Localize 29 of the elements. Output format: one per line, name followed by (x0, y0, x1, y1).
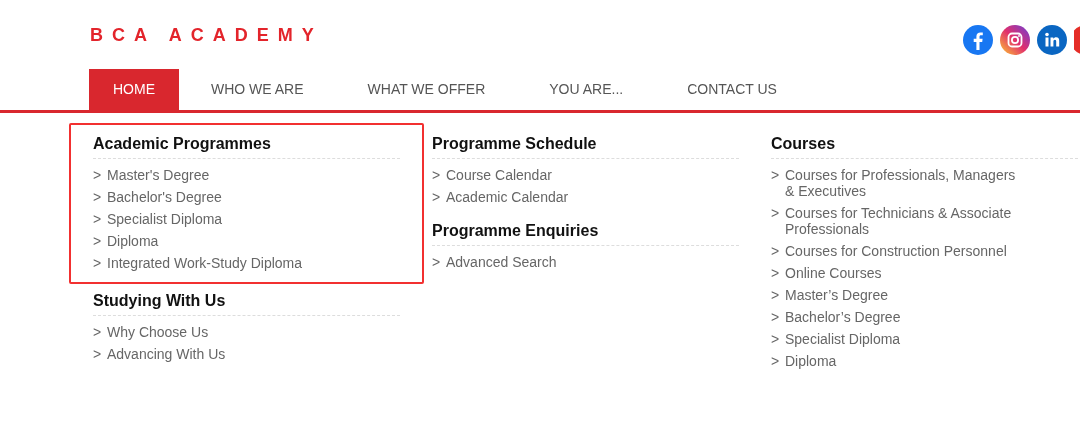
linkedin-icon[interactable] (1037, 24, 1067, 55)
menu-link[interactable]: > Advancing With Us (93, 343, 400, 365)
menu-link[interactable]: > Online Courses (771, 262, 1078, 284)
menu-link[interactable]: > Courses for Construction Personnel (771, 240, 1078, 262)
menu-link[interactable]: > Specialist Diploma (771, 328, 1078, 350)
menu-link[interactable]: > Integrated Work-Study Diploma (93, 252, 400, 274)
nav-tab[interactable]: HOME (89, 69, 179, 110)
menu-link[interactable]: > Academic Calendar (432, 186, 739, 208)
menu-link[interactable]: > Diploma (93, 230, 400, 252)
section-heading: Studying With Us (93, 290, 400, 316)
menu-link[interactable]: > Bachelor’s Degree (771, 306, 1078, 328)
menu-link[interactable]: > Bachelor's Degree (93, 186, 400, 208)
menu-link[interactable]: > Courses for Technicians & Associate Professionals (771, 202, 1078, 240)
logo[interactable]: BCA ACADEMY (90, 24, 323, 46)
section-heading: Courses (771, 133, 1078, 159)
social-icon[interactable] (1074, 24, 1080, 55)
instagram-icon[interactable] (1000, 24, 1030, 55)
menu-link[interactable]: > Why Choose Us (93, 321, 400, 343)
facebook-icon[interactable] (963, 24, 993, 55)
menu-link[interactable]: > Specialist Diploma (93, 208, 400, 230)
menu-link[interactable]: > Master’s Degree (771, 284, 1078, 306)
menu-link[interactable]: > Courses for Professionals, Managers & Executives (771, 164, 1078, 202)
menu-link[interactable]: > Master's Degree (93, 164, 400, 186)
section-heading: Programme Enquiries (432, 220, 739, 246)
menu-link[interactable]: > Course Calendar (432, 164, 739, 186)
menu-link[interactable]: > Diploma (771, 350, 1078, 372)
section-heading: Academic Programmes (93, 133, 400, 159)
section-heading: Programme Schedule (432, 133, 739, 159)
menu-link[interactable]: > Advanced Search (432, 251, 739, 273)
